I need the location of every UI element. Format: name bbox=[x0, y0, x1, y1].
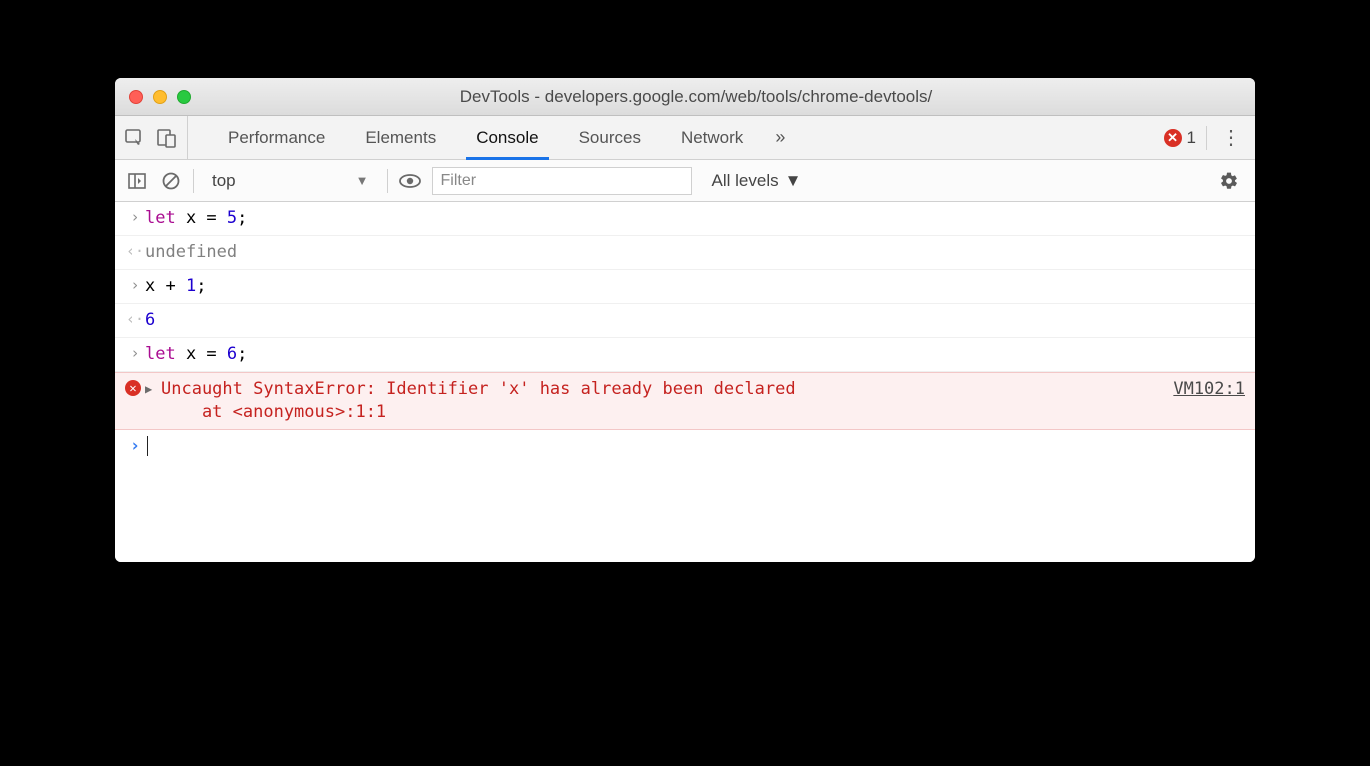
console-result: undefined bbox=[145, 241, 1245, 264]
error-source-link[interactable]: VM102:1 bbox=[1153, 378, 1245, 401]
tab-network[interactable]: Network bbox=[661, 116, 763, 159]
console-prompt[interactable]: › bbox=[115, 430, 1255, 462]
context-value: top bbox=[212, 171, 236, 191]
error-count: 1 bbox=[1187, 128, 1196, 148]
tab-performance[interactable]: Performance bbox=[208, 116, 345, 159]
console-input-row: ›x + 1; bbox=[115, 270, 1255, 304]
error-icon: ✕ bbox=[125, 378, 145, 396]
console-toolbar: top ▼ All levels ▼ bbox=[115, 160, 1255, 202]
log-levels-selector[interactable]: All levels ▼ bbox=[702, 171, 802, 191]
settings-menu-button[interactable]: ⋮ bbox=[1207, 125, 1255, 150]
error-message: Uncaught SyntaxError: Identifier 'x' has… bbox=[161, 378, 1153, 424]
tab-sources[interactable]: Sources bbox=[559, 116, 661, 159]
tab-console[interactable]: Console bbox=[456, 116, 558, 159]
separator bbox=[387, 169, 388, 193]
cursor bbox=[147, 436, 148, 456]
more-tabs-button[interactable]: » bbox=[763, 127, 797, 148]
inspect-element-icon[interactable] bbox=[123, 126, 147, 150]
devtools-window: DevTools - developers.google.com/web/too… bbox=[115, 78, 1255, 562]
chevron-down-icon: ▼ bbox=[785, 171, 802, 191]
error-icon: ✕ bbox=[1164, 129, 1182, 147]
window-url: developers.google.com/web/tools/chrome-d… bbox=[545, 87, 932, 106]
console-code: let x = 6; bbox=[145, 343, 1245, 366]
input-chevron-icon: › bbox=[125, 343, 145, 363]
input-chevron-icon: › bbox=[125, 275, 145, 295]
output-chevron-icon: ‹· bbox=[125, 241, 145, 261]
output-chevron-icon: ‹· bbox=[125, 309, 145, 329]
error-count-badge[interactable]: ✕ 1 bbox=[1154, 128, 1206, 148]
tab-elements[interactable]: Elements bbox=[345, 116, 456, 159]
chevron-down-icon: ▼ bbox=[356, 173, 369, 188]
clear-console-icon[interactable] bbox=[159, 169, 183, 193]
console-input-row: ›let x = 5; bbox=[115, 202, 1255, 236]
panel-tabs: Performance Elements Console Sources Net… bbox=[188, 116, 1154, 159]
window-title: DevTools - developers.google.com/web/too… bbox=[151, 87, 1241, 107]
console-output-row: ‹·undefined bbox=[115, 236, 1255, 270]
console-input-row: ›let x = 6; bbox=[115, 338, 1255, 372]
console-error-row: ✕▶Uncaught SyntaxError: Identifier 'x' h… bbox=[115, 372, 1255, 430]
separator bbox=[193, 169, 194, 193]
app-name: DevTools bbox=[460, 87, 530, 106]
console-output: ›let x = 5;‹·undefined›x + 1;‹·6›let x =… bbox=[115, 202, 1255, 562]
console-code: x + 1; bbox=[145, 275, 1245, 298]
input-chevron-icon: › bbox=[125, 207, 145, 227]
levels-label: All levels bbox=[712, 171, 779, 191]
context-selector[interactable]: top ▼ bbox=[204, 166, 377, 196]
titlebar: DevTools - developers.google.com/web/too… bbox=[115, 78, 1255, 116]
live-expression-icon[interactable] bbox=[398, 169, 422, 193]
filter-input[interactable] bbox=[432, 167, 692, 195]
toolbar-left bbox=[115, 116, 188, 159]
close-window-button[interactable] bbox=[129, 90, 143, 104]
expand-error-icon[interactable]: ▶ bbox=[145, 378, 161, 397]
console-settings-icon[interactable] bbox=[1213, 171, 1245, 191]
console-code: let x = 5; bbox=[145, 207, 1245, 230]
main-toolbar: Performance Elements Console Sources Net… bbox=[115, 116, 1255, 160]
toggle-sidebar-icon[interactable] bbox=[125, 169, 149, 193]
console-result: 6 bbox=[145, 309, 1245, 332]
prompt-chevron-icon: › bbox=[125, 436, 145, 456]
device-toolbar-icon[interactable] bbox=[155, 126, 179, 150]
console-output-row: ‹·6 bbox=[115, 304, 1255, 338]
